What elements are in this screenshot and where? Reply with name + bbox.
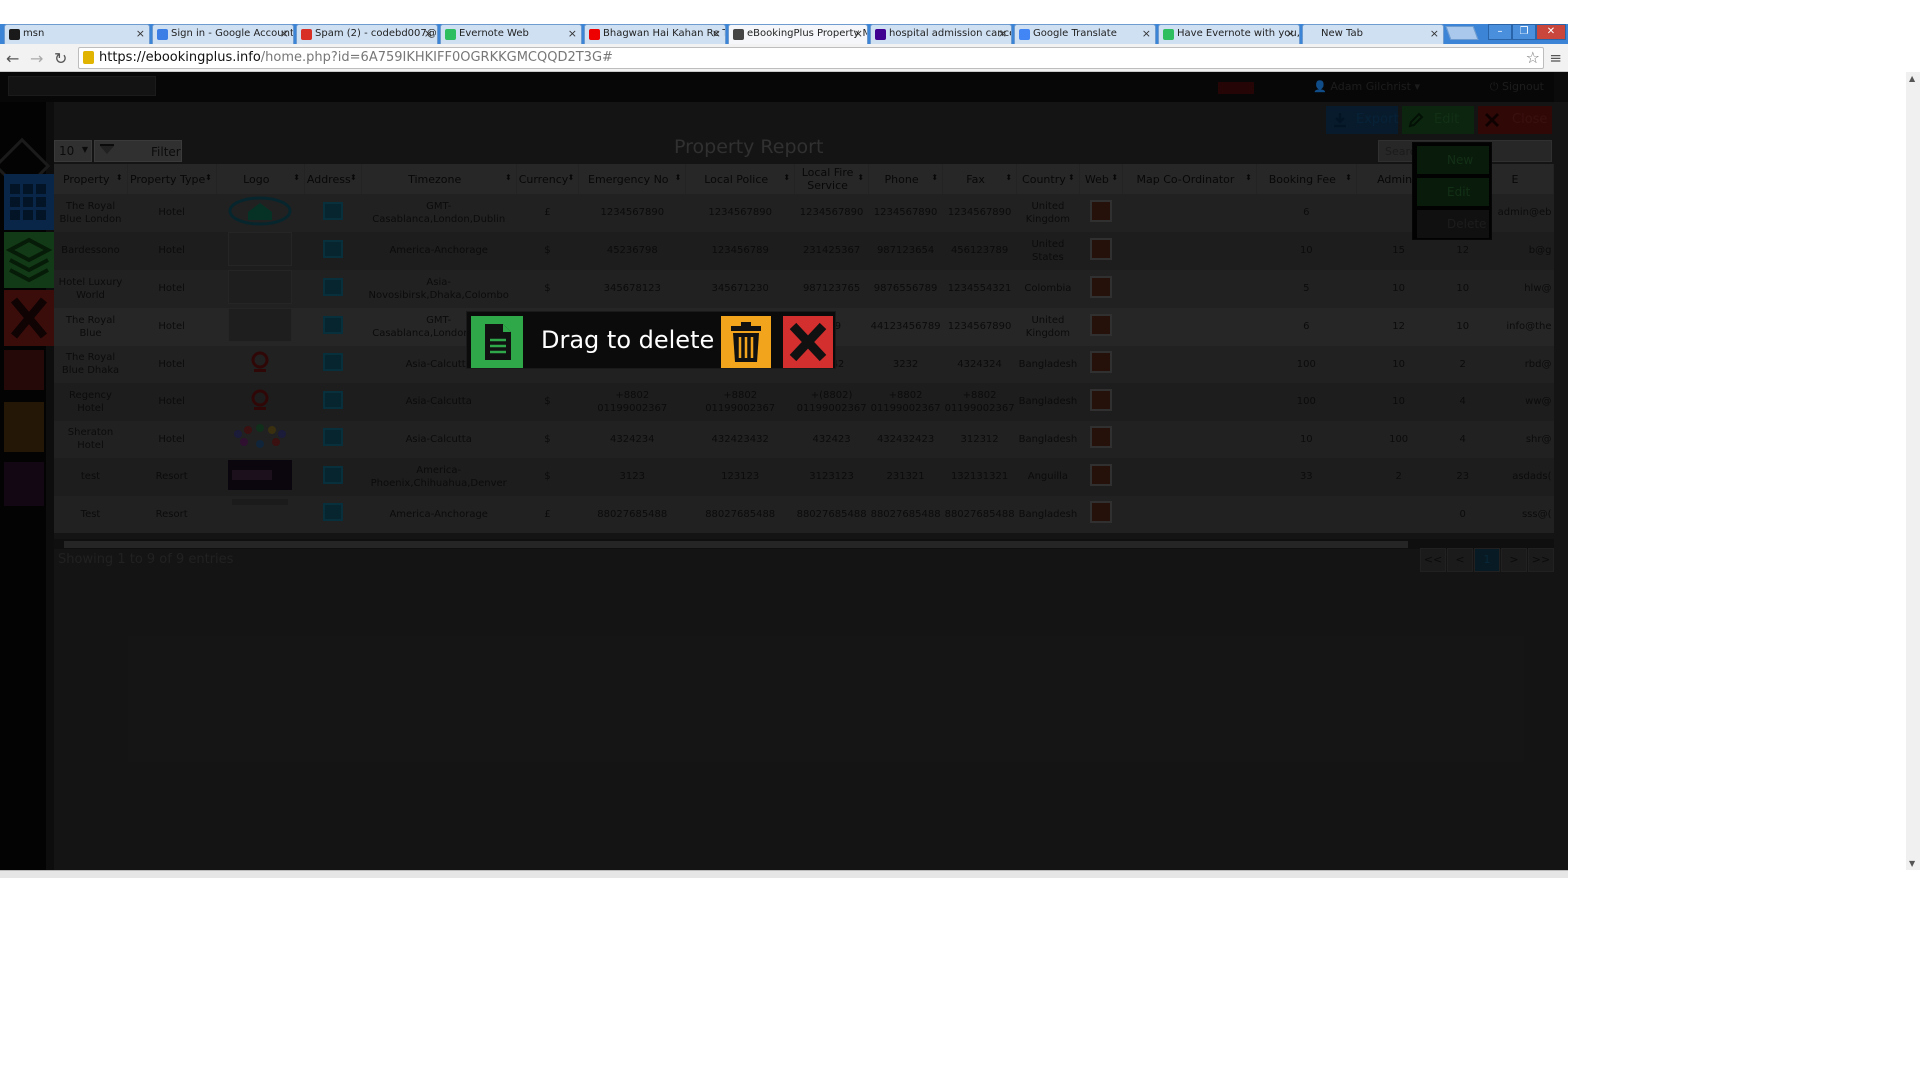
scroll-down-icon[interactable]: ▼ [1909,859,1915,868]
yahoo-icon [875,29,886,40]
drag-to-delete-label: Drag to delete [541,326,715,354]
tab-9[interactable]: New Tab × [1302,24,1444,44]
maximize-button[interactable]: ❐ [1512,24,1536,40]
tab-title: New Tab [1321,28,1363,39]
tab-close-icon[interactable]: × [568,27,577,40]
url-host: https://ebookingplus.info [99,50,261,65]
url-path: /home.php?id=6A759IKHKIFF0OGRKKGMCQQD2T3… [260,50,613,65]
tab-title: Google Translate [1033,28,1117,39]
tab-close-icon[interactable]: × [280,27,289,40]
tab-close-icon[interactable]: × [1286,27,1295,40]
tab-title: Spam (2) - codebd007@g [315,28,438,39]
tab-5[interactable]: eBookingPlus Property M × [728,24,868,44]
document-tile[interactable] [471,316,523,368]
reload-icon[interactable]: ↻ [54,49,67,68]
trash-icon [731,322,761,362]
tab-7[interactable]: Google Translate × [1014,24,1156,44]
tab-title: msn [23,28,45,39]
tab-0[interactable]: msn × [4,24,150,44]
tab-title: eBookingPlus Property M [747,28,868,39]
gmail-icon [301,29,312,40]
overlay-close-button[interactable] [783,316,833,368]
tab-6[interactable]: hospital admission cancell × [870,24,1012,44]
tab-close-icon[interactable]: × [998,27,1007,40]
address-bar[interactable]: https://ebookingplus.info/home.php?id=6A… [78,47,1544,69]
tab-close-icon[interactable]: × [1430,27,1439,40]
tab-3[interactable]: Evernote Web × [440,24,582,44]
forward-icon[interactable]: → [30,49,43,68]
tab-close-icon[interactable]: × [424,27,433,40]
status-strip [0,870,1568,878]
tab-1[interactable]: Sign in - Google Accounts × [152,24,294,44]
google-icon [157,29,168,40]
window-close-button[interactable]: ✕ [1536,24,1566,40]
close-icon [789,322,827,362]
tab-close-icon[interactable]: × [136,27,145,40]
tab-title: Sign in - Google Accounts [171,28,294,39]
back-icon[interactable]: ← [6,49,19,68]
document-icon [485,324,511,360]
lock-icon [83,51,94,64]
tab-close-icon[interactable]: × [1142,27,1151,40]
new-tab-button[interactable] [1445,26,1479,40]
ebooking-icon [733,29,744,40]
trash-drop-zone[interactable] [721,316,771,368]
browser-toolbar: ← → ↻ https://ebookingplus.info/home.php… [0,44,1568,72]
tab-title: Have Evernote with you, [1177,28,1300,39]
tab-title: Evernote Web [459,28,529,39]
tab-title: Bhagwan Hai Kahan Re T [603,28,726,39]
scroll-up-icon[interactable]: ▲ [1909,74,1915,83]
translate-icon [1019,29,1030,40]
youtube-icon [589,29,600,40]
evernote-icon [445,29,456,40]
evernote-icon [1163,29,1174,40]
msn-icon [9,29,20,40]
modal-dimmer [0,72,1554,870]
page-vertical-scrollbar[interactable]: ▲ ▼ [1906,72,1920,870]
tab-close-icon[interactable]: × [712,27,721,40]
tab-close-icon[interactable]: × [854,27,863,40]
browser-tabstrip: msn × Sign in - Google Accounts × Spam (2) -… [0,0,1568,44]
chrome-menu-icon[interactable]: ≡ [1549,49,1562,67]
minimize-button[interactable]: – [1488,24,1512,40]
tab-4[interactable]: Bhagwan Hai Kahan Re T × [584,24,726,44]
drag-to-delete-bar: Drag to delete [466,311,836,369]
tab-8[interactable]: Have Evernote with you, × [1158,24,1300,44]
tab-title: hospital admission cancell [889,28,1012,39]
tab-2[interactable]: Spam (2) - codebd007@g × [296,24,438,44]
bookmark-star-icon[interactable]: ☆ [1526,48,1540,67]
